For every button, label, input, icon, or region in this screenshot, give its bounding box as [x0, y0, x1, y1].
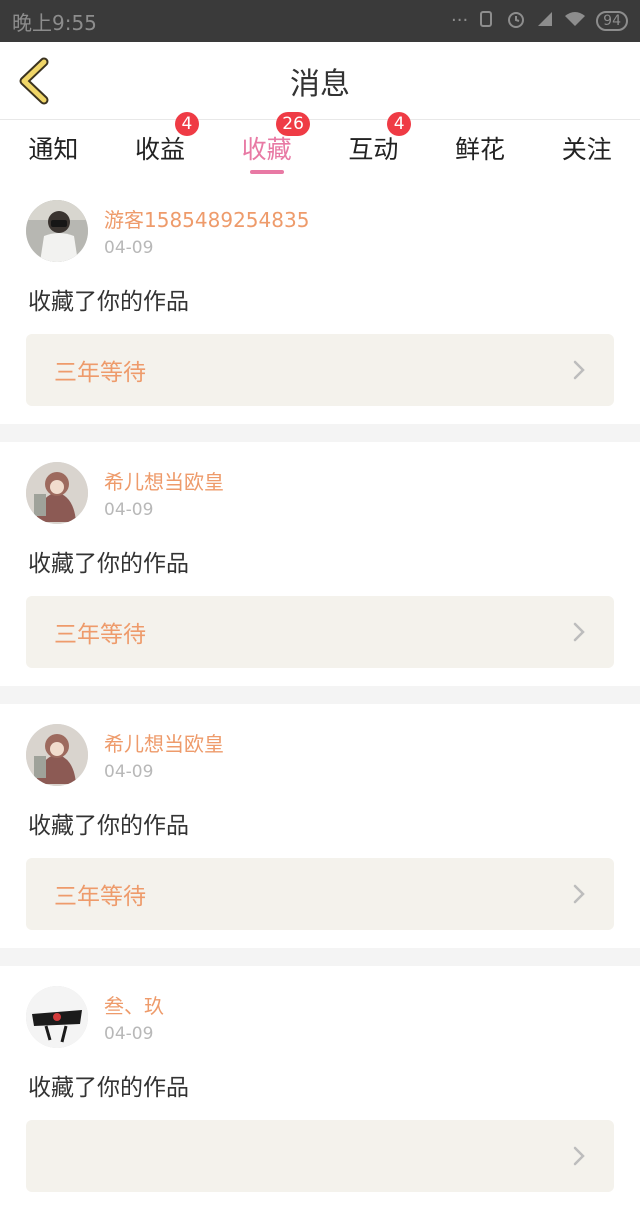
work-link[interactable]: 三年等待 — [26, 334, 614, 406]
active-tab-indicator — [249, 170, 284, 174]
tab-label: 关注 — [561, 135, 612, 164]
avatar-love-graphic-icon — [26, 986, 88, 1048]
page-title: 消息 — [290, 66, 350, 102]
tab-badge: 4 — [387, 112, 412, 136]
avatar[interactable] — [26, 724, 88, 786]
tab-follow[interactable]: 关注 — [533, 120, 640, 180]
tab-badge: 26 — [276, 112, 310, 136]
timestamp: 04-09 — [104, 238, 154, 258]
timestamp: 04-09 — [104, 1024, 154, 1044]
tab-label: 鲜花 — [455, 135, 506, 164]
work-link[interactable]: 三年等待 — [26, 596, 614, 668]
tab-notice[interactable]: 通知 — [0, 120, 107, 180]
status-icons: ··· 94 — [451, 9, 628, 33]
tab-label: 通知 — [28, 135, 79, 164]
chevron-right-icon — [573, 622, 585, 642]
list-item: 希儿想当欧皇 04-09 收藏了你的作品 三年等待 — [0, 704, 640, 948]
avatar-anime-girl-icon — [26, 724, 88, 786]
chevron-right-icon — [573, 360, 585, 380]
more-dots-icon: ··· — [451, 10, 469, 31]
header: 消息 — [0, 42, 640, 120]
list-item: 希儿想当欧皇 04-09 收藏了你的作品 三年等待 — [0, 442, 640, 686]
screen-rotation-icon — [478, 10, 496, 32]
tab-bar: 通知 收益 4 收藏 26 互动 4 鲜花 关注 — [0, 112, 640, 180]
username[interactable]: 希儿想当欧皇 — [104, 466, 224, 495]
avatar-photo-masked-icon — [26, 200, 88, 262]
message-list: 游客1585489254835 04-09 收藏了你的作品 三年等待 希儿想当欧… — [0, 180, 640, 1210]
timestamp: 04-09 — [104, 762, 154, 782]
avatar[interactable] — [26, 200, 88, 262]
action-text: 收藏了你的作品 — [28, 813, 189, 839]
work-link[interactable]: 三年等待 — [26, 858, 614, 930]
timestamp: 04-09 — [104, 500, 154, 520]
username[interactable]: 叁、玖 — [104, 990, 164, 1019]
work-link[interactable] — [26, 1120, 614, 1192]
avatar-anime-girl-icon — [26, 462, 88, 524]
back-button[interactable] — [14, 56, 58, 106]
tab-badge: 4 — [174, 112, 199, 136]
avatar[interactable] — [26, 986, 88, 1048]
wifi-icon — [564, 11, 586, 31]
tab-flowers[interactable]: 鲜花 — [427, 120, 534, 180]
list-item: 游客1585489254835 04-09 收藏了你的作品 三年等待 — [0, 180, 640, 424]
tab-favorites[interactable]: 收藏 26 — [213, 112, 320, 180]
list-item: 叁、玖 04-09 收藏了你的作品 — [0, 966, 640, 1210]
tab-interaction[interactable]: 互动 4 — [320, 112, 427, 180]
signal-icon — [536, 11, 554, 31]
chevron-right-icon — [573, 1146, 585, 1166]
tab-label: 互动 — [348, 135, 399, 164]
chevron-right-icon — [573, 884, 585, 904]
work-title: 三年等待 — [54, 622, 146, 648]
status-time: 晚上9:55 — [12, 10, 97, 35]
tab-earnings[interactable]: 收益 4 — [107, 112, 214, 180]
username[interactable]: 游客1585489254835 — [104, 204, 309, 233]
battery-icon: 94 — [596, 11, 628, 31]
action-text: 收藏了你的作品 — [28, 289, 189, 315]
alarm-icon — [506, 9, 526, 33]
back-arrow-icon — [19, 57, 49, 105]
tab-label: 收益 — [135, 135, 186, 164]
action-text: 收藏了你的作品 — [28, 1075, 189, 1101]
work-title: 三年等待 — [54, 884, 146, 910]
username[interactable]: 希儿想当欧皇 — [104, 728, 224, 757]
work-title: 三年等待 — [54, 360, 146, 386]
status-bar: 晚上9:55 ··· 94 — [0, 0, 640, 42]
avatar[interactable] — [26, 462, 88, 524]
action-text: 收藏了你的作品 — [28, 551, 189, 577]
